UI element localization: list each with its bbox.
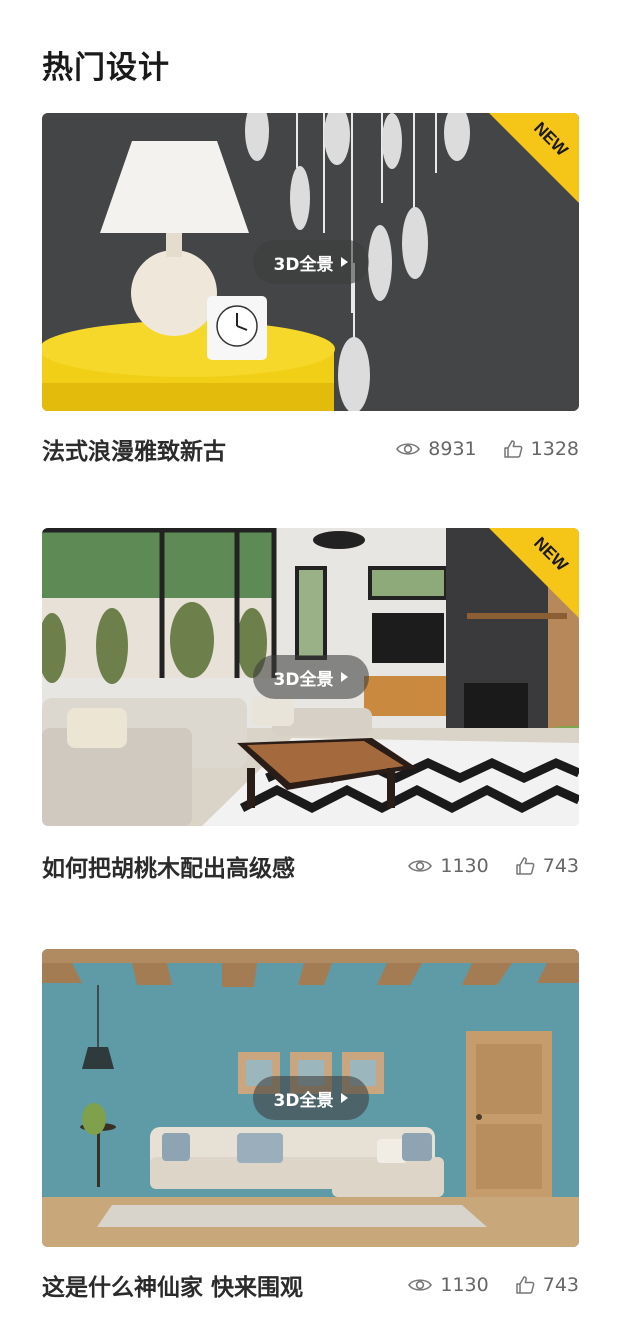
panorama-label: 3D全景: [273, 254, 334, 275]
eye-icon: [396, 443, 421, 455]
new-badge: NEW: [489, 528, 579, 618]
like-count[interactable]: 743: [515, 1274, 579, 1296]
design-thumbnail[interactable]: NEW 3D全景: [42, 113, 579, 411]
hot-designs-page: 热门设计 NEW 3D全景 法式浪漫雅致新古 8931 1328 NEW 3D全…: [0, 0, 620, 1336]
card-meta: 这是什么神仙家 快来围观 1130 743: [42, 1267, 579, 1303]
thumbs-up-icon: [515, 857, 535, 875]
like-count-value: 1328: [530, 438, 579, 460]
card-meta: 法式浪漫雅致新古 8931 1328: [42, 431, 579, 467]
view-count-value: 8931: [428, 438, 477, 460]
view-count-value: 1130: [440, 1274, 489, 1296]
eye-icon: [408, 1279, 433, 1291]
card-title[interactable]: 如何把胡桃木配出高级感: [42, 849, 408, 883]
thumbs-up-icon: [503, 440, 523, 458]
new-badge: NEW: [489, 113, 579, 203]
view-count: 8931: [396, 438, 477, 460]
eye-icon: [408, 860, 433, 872]
like-count-value: 743: [542, 855, 579, 877]
design-thumbnail[interactable]: NEW 3D全景: [42, 528, 579, 826]
view-count: 1130: [408, 855, 489, 877]
design-card[interactable]: NEW 3D全景 如何把胡桃木配出高级感 1130 743: [42, 528, 579, 882]
card-title[interactable]: 法式浪漫雅致新古: [42, 432, 396, 466]
thumbs-up-icon: [515, 1276, 535, 1294]
play-icon: [341, 672, 349, 682]
like-count[interactable]: 1328: [503, 438, 579, 460]
play-icon: [341, 1093, 349, 1103]
like-count[interactable]: 743: [515, 855, 579, 877]
view-count-value: 1130: [440, 855, 489, 877]
design-card[interactable]: NEW 3D全景 法式浪漫雅致新古 8931 1328: [42, 113, 579, 465]
card-title[interactable]: 这是什么神仙家 快来围观: [42, 1268, 408, 1302]
design-card[interactable]: 3D全景 这是什么神仙家 快来围观 1130 743: [42, 949, 579, 1301]
card-meta: 如何把胡桃木配出高级感 1130 743: [42, 848, 579, 884]
like-count-value: 743: [542, 1274, 579, 1296]
play-icon: [341, 257, 349, 267]
3d-panorama-button[interactable]: 3D全景: [253, 655, 369, 699]
3d-panorama-button[interactable]: 3D全景: [253, 1076, 369, 1120]
view-count: 1130: [408, 1274, 489, 1296]
design-thumbnail[interactable]: 3D全景: [42, 949, 579, 1247]
section-title: 热门设计: [42, 50, 170, 86]
3d-panorama-button[interactable]: 3D全景: [253, 240, 369, 284]
panorama-label: 3D全景: [273, 1090, 334, 1111]
panorama-label: 3D全景: [273, 669, 334, 690]
